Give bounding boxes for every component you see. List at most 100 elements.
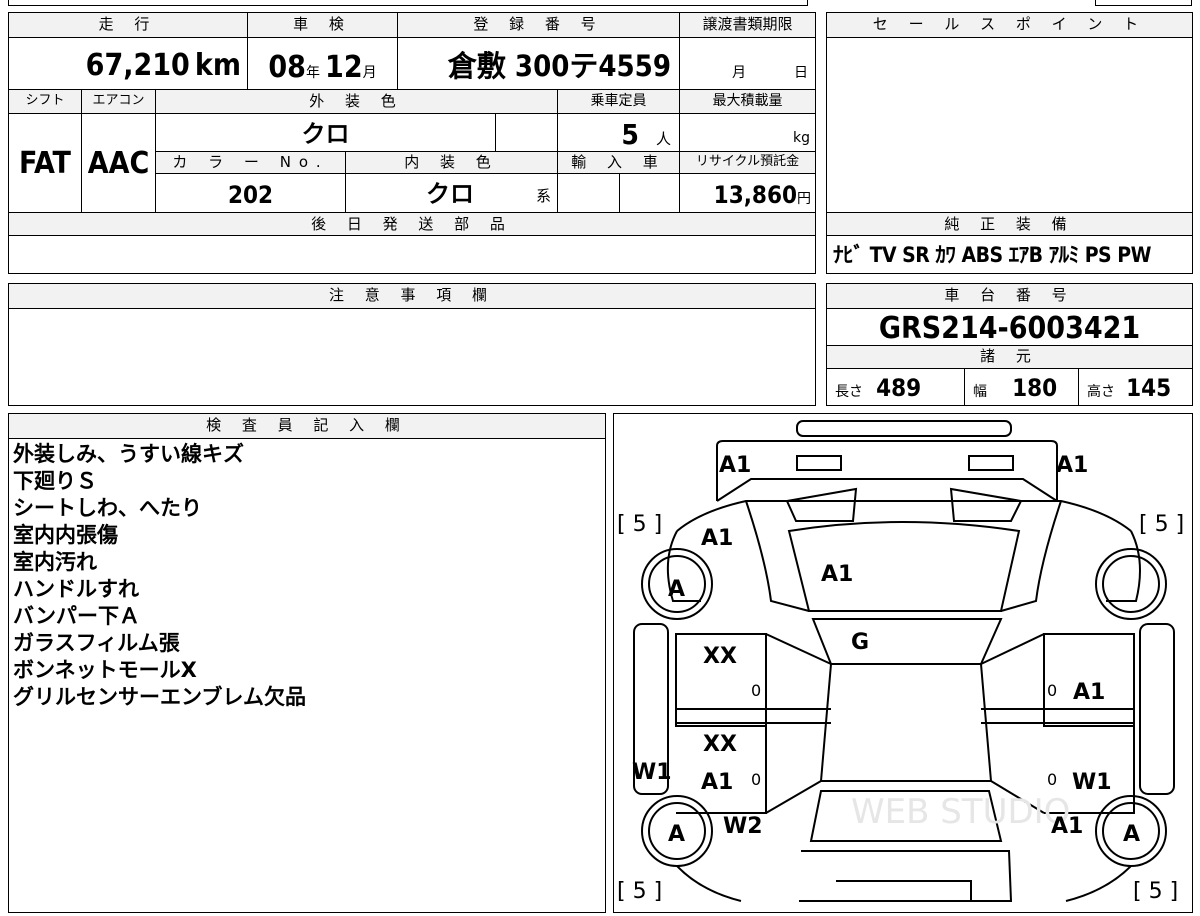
color-no-value: 202: [155, 174, 345, 212]
capacity-number: 5: [621, 118, 639, 151]
inspector-box: 検 査 員 記 入 欄 外装しみ、うすい線キズ 下廻りＳ シートしわ、へたり 室…: [8, 413, 606, 913]
inspector-line: ガラスフィルム張: [13, 631, 180, 655]
mark-zero-rl: 0: [751, 770, 761, 789]
shaken-value: 08年 12月: [247, 38, 397, 90]
max-load-header: 最大積載量: [679, 90, 815, 114]
capacity-value: 5 人: [557, 114, 679, 152]
mileage-unit: km: [194, 48, 241, 83]
inspector-line: グリルセンサーエンブレム欠品: [13, 685, 306, 709]
shaken-month: 12: [325, 50, 363, 85]
spec-width: 幅 180: [964, 369, 1078, 405]
shaken-header: 車 検: [247, 13, 397, 38]
mark-windshield: G: [851, 630, 869, 655]
sales-point-box: セ ー ル ス ポ イ ン ト 純 正 装 備 ﾅﾋﾞ TV SR ｶﾜ ABS…: [826, 12, 1193, 274]
notes-box: 注 意 事 項 欄: [8, 283, 816, 406]
transfer-deadline-value: 月 日: [679, 38, 815, 90]
inspector-line: シートしわ、へたり: [13, 496, 202, 520]
spec-length: 長さ 489: [827, 369, 964, 405]
interior-color-text: クロ: [426, 180, 474, 208]
inspector-line: 外装しみ、うすい線キズ: [13, 442, 244, 466]
registration-number: 倉敷 300テ4559: [397, 38, 679, 90]
inspector-header: 検 査 員 記 入 欄: [9, 414, 605, 439]
exterior-color-extra: [495, 114, 557, 152]
chassis-number: GRS214-6003421: [827, 309, 1192, 346]
inspector-line: 室内汚れ: [13, 550, 97, 574]
mark-tire-fl: [ 5 ]: [617, 512, 662, 537]
mark-wheel-rr: A: [1123, 822, 1140, 847]
exterior-color-header: 外 装 色: [155, 90, 557, 114]
inspector-line: バンパー下Ａ: [13, 604, 141, 628]
mileage-header: 走 行: [9, 13, 247, 38]
later-parts-value: [9, 236, 815, 273]
import-header: 輸 入 車: [557, 152, 679, 174]
shaken-year-unit: 年: [305, 65, 320, 81]
mark-door-rl-1: XX: [703, 732, 737, 757]
capacity-unit: 人: [655, 130, 671, 148]
equipment-items: ﾅﾋﾞ TV SR ｶﾜ ABS ｴｱB ｱﾙﾐ PS PW: [833, 243, 1151, 267]
mark-door-fl: XX: [703, 644, 737, 669]
mark-fender-fl: A1: [701, 526, 733, 551]
color-no-header: カ ラ ー No.: [155, 152, 345, 174]
exterior-color-value: クロ: [155, 114, 495, 152]
sales-point-body: [827, 38, 1192, 212]
import-value-b: [619, 174, 679, 212]
mark-tire-rl: [ 5 ]: [617, 879, 662, 904]
mark-door-rl-2: A1: [701, 770, 733, 795]
chassis-box: 車 台 番 号 GRS214-6003421 諸 元 長さ 489 幅 180 …: [826, 283, 1193, 406]
interior-color-header: 内 装 色: [345, 152, 557, 174]
aircon-value: AAC: [81, 114, 155, 212]
spec-width-value: 180: [1012, 374, 1058, 402]
mark-sill-l: W1: [632, 760, 672, 785]
spec-width-label: 幅: [973, 384, 987, 400]
spec-length-label: 長さ: [835, 384, 863, 400]
specs-header: 諸 元: [827, 346, 1192, 369]
recycle-number: 13,860: [713, 181, 797, 209]
shaken-month-unit: 月: [362, 65, 377, 81]
inspector-line: ハンドルすれ: [13, 577, 139, 601]
mark-zero-rr: 0: [1047, 770, 1057, 789]
watermark: WEB STUDIO: [851, 792, 1070, 832]
chassis-header: 車 台 番 号: [827, 284, 1192, 309]
shaken-year: 08: [268, 50, 306, 85]
car-diagram-box: WEB STUDIO A1 A1 [ 5 ] [ 5 ] A1 A1 A G X…: [613, 413, 1193, 913]
spec-height: 高さ 145: [1078, 369, 1192, 405]
aircon-header: エアコン: [81, 90, 155, 114]
later-parts-header: 後 日 発 送 部 品: [9, 212, 815, 236]
mark-rear-fender-l: W2: [723, 814, 763, 839]
recycle-value: 13,860円: [679, 174, 815, 212]
mark-wheel-rl: A: [668, 822, 685, 847]
transfer-deadline-header: 譲渡書類期限: [679, 13, 815, 38]
top-strip-right: [1095, 0, 1192, 6]
mileage-value: 67,210 km: [9, 38, 247, 90]
transfer-month: 月: [732, 65, 746, 81]
inspector-line: 下廻りＳ: [13, 469, 97, 493]
transfer-day: 日: [794, 65, 808, 81]
mark-rear-fender-r: A1: [1051, 814, 1083, 839]
inspector-line: ボンネットモールX: [13, 658, 197, 682]
shift-value: FAT: [19, 146, 71, 181]
recycle-unit: 円: [797, 191, 811, 207]
shift-header: シフト: [9, 90, 81, 114]
sales-point-header: セ ー ル ス ポ イ ン ト: [827, 13, 1192, 38]
interior-color-value: クロ 系: [345, 174, 557, 212]
equipment-header: 純 正 装 備: [827, 212, 1192, 236]
import-value-a: [557, 174, 619, 212]
mark-front-right: A1: [1056, 453, 1088, 478]
inspector-notes: 外装しみ、うすい線キズ 下廻りＳ シートしわ、へたり 室内内張傷 室内汚れ ハン…: [13, 441, 601, 911]
mark-front-left: A1: [719, 453, 751, 478]
car-diagram: WEB STUDIO A1 A1 [ 5 ] [ 5 ] A1 A1 A G X…: [617, 420, 1184, 904]
spec-height-label: 高さ: [1087, 384, 1115, 400]
mark-zero-fr: 0: [1047, 681, 1057, 700]
top-strip: [8, 0, 808, 6]
vehicle-info-table: 走 行 車 検 登 録 番 号 譲渡書類期限 67,210 km 08年 12月…: [8, 12, 816, 274]
mileage-number: 67,210: [85, 48, 190, 83]
interior-color-suffix: 系: [536, 187, 552, 205]
mark-tire-rr: [ 5 ]: [1133, 879, 1178, 904]
spec-height-value: 145: [1126, 374, 1172, 402]
mark-door-fr: A1: [1073, 680, 1105, 705]
max-load-value: kg: [679, 114, 815, 152]
spec-length-value: 489: [876, 374, 922, 402]
inspector-line: 室内内張傷: [13, 523, 118, 547]
mark-door-rr: W1: [1072, 770, 1112, 795]
notes-header: 注 意 事 項 欄: [9, 284, 815, 309]
